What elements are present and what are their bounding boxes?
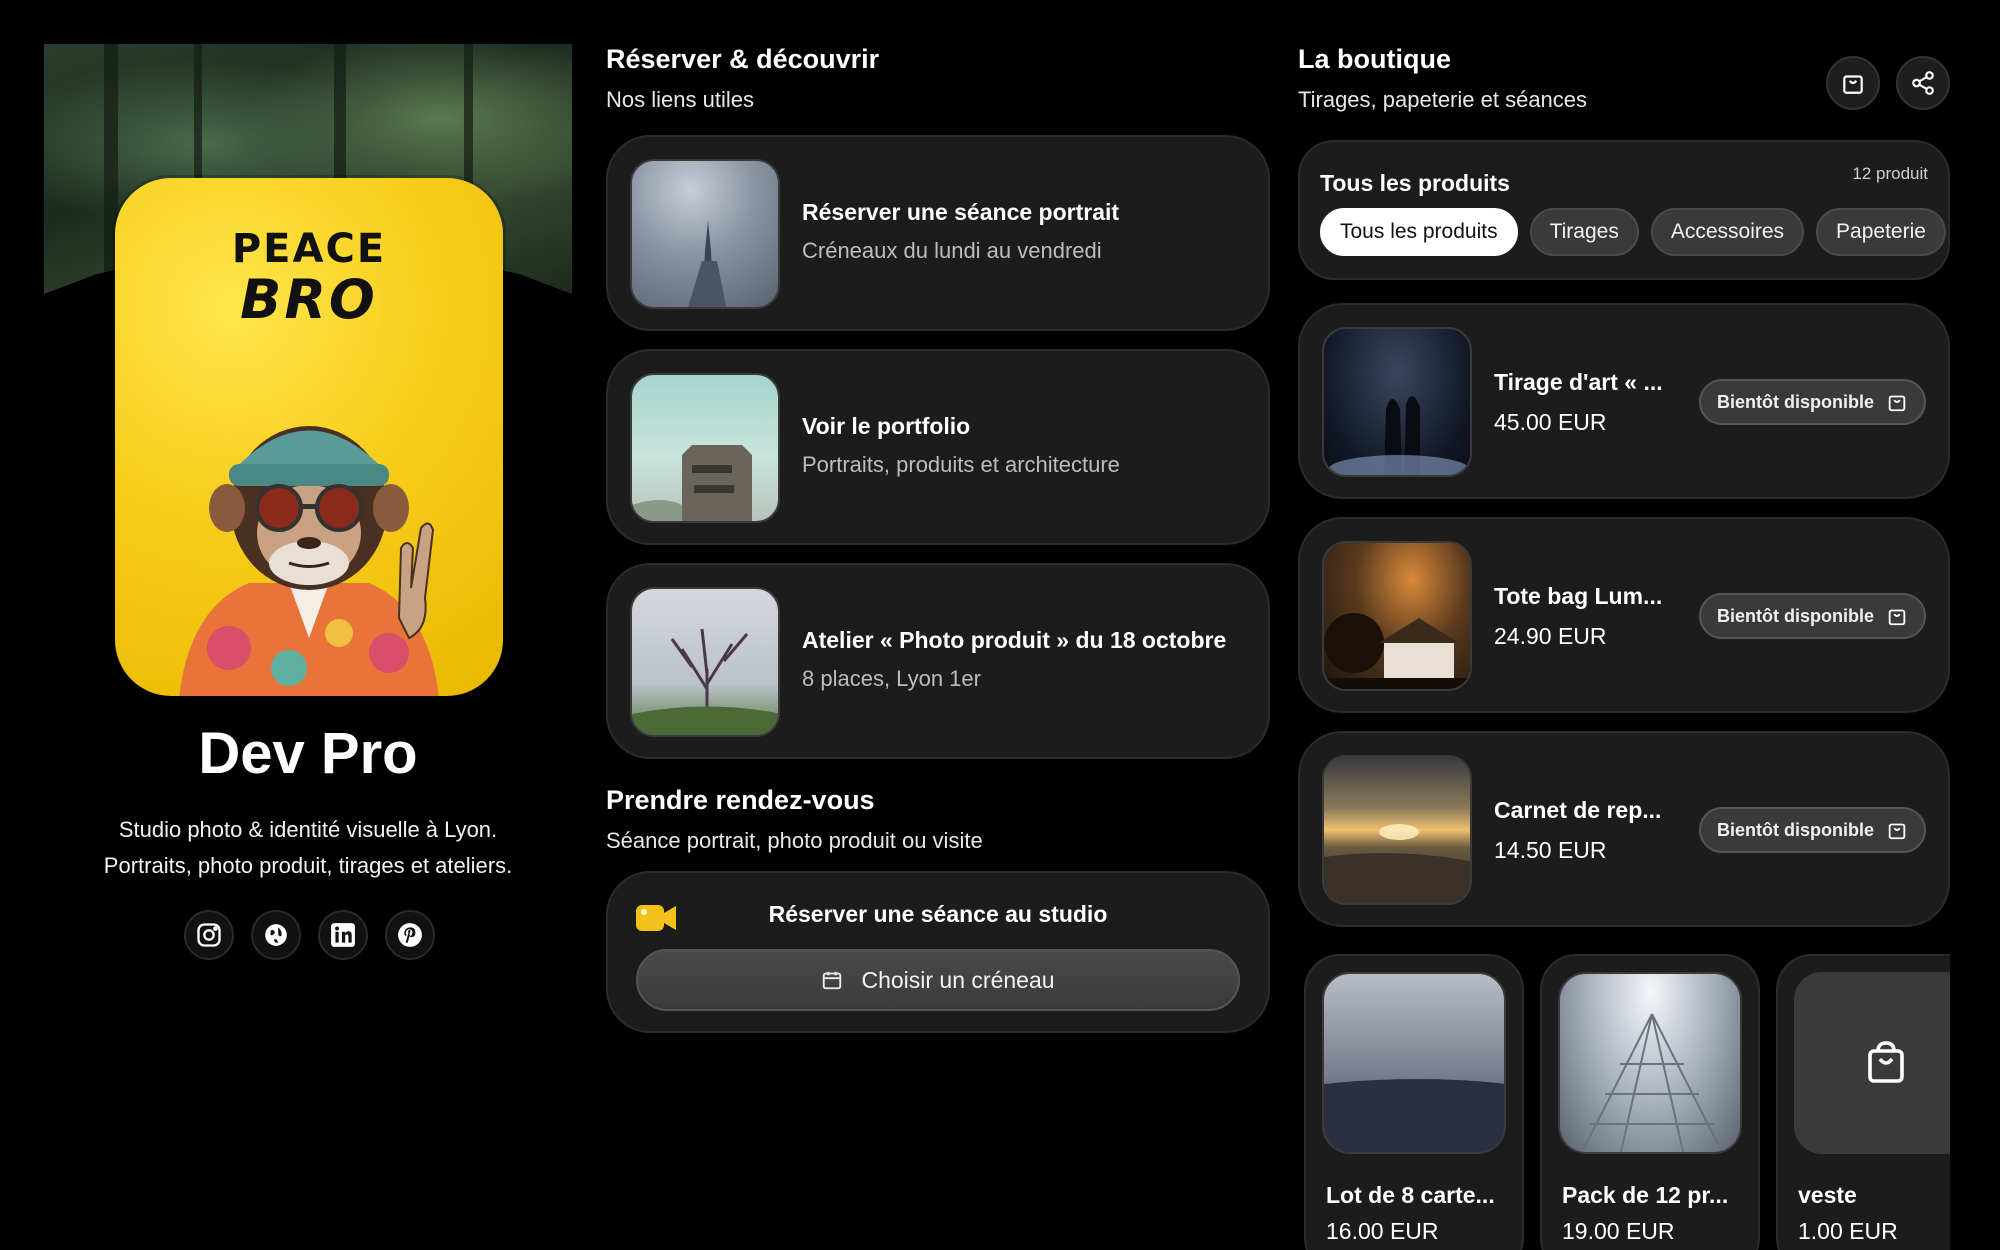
link-description: Créneaux du lundi au vendredi [802, 238, 1102, 263]
booking-header: Prendre rendez-vous Séance portrait, pho… [606, 785, 1270, 854]
product-name: Tote bag Lum... [1494, 583, 1663, 609]
profile-name: Dev Pro [198, 721, 418, 786]
share-button[interactable] [1896, 56, 1950, 110]
calendar-icon [823, 971, 842, 990]
link-title: Voir le portfolio [802, 413, 971, 439]
link-title: Atelier « Photo produit » du 18 octobre [802, 627, 1227, 653]
booking-card-title: Réserver une séance au studio [768, 901, 1108, 927]
booking-section-subtitle: Séance portrait, photo produit ou visite [606, 828, 983, 853]
product-price: 1.00 EUR [1798, 1218, 1898, 1244]
product-card[interactable]: Tirage d'art « ... 45.00 EUR Bientôt dis… [1298, 303, 1950, 499]
product-thumbnail [1322, 327, 1472, 477]
chip-accessories[interactable]: Accessoires [1650, 208, 1805, 256]
link-card-workshop[interactable]: Atelier « Photo produit » du 18 octobre … [606, 563, 1270, 759]
coming-soon-button[interactable]: Bientôt disponible [1699, 593, 1926, 639]
link-thumbnail [630, 373, 780, 523]
links-section-title: Réserver & découvrir [606, 44, 880, 74]
pinterest-icon[interactable] [385, 910, 435, 960]
shopping-bag-icon [1888, 823, 1906, 840]
chip-all-products[interactable]: Tous les produits [1320, 208, 1518, 256]
link-card-portfolio[interactable]: Voir le portfolio Portraits, produits et… [606, 349, 1270, 545]
coming-soon-button[interactable]: Bientôt disponible [1699, 807, 1926, 853]
product-card[interactable]: Tote bag Lum... 24.90 EUR Bientôt dispon… [1298, 517, 1950, 713]
product-name: Pack de 12 pr... [1562, 1182, 1729, 1208]
avatar-artwork-text: PEACE BRO [231, 226, 387, 331]
product-count: 12 produit [1852, 164, 1928, 183]
product-grid: Lot de 8 carte... 16.00 EUR Pack de 12 p… [1298, 954, 1950, 1250]
product-name: Carnet de rep... [1494, 797, 1662, 823]
filter-title: Tous les produits [1320, 170, 1510, 196]
shopping-bag-icon [1868, 1041, 1904, 1083]
booking-section-title: Prendre rendez-vous [606, 785, 875, 815]
coming-soon-button[interactable]: Bientôt disponible [1699, 379, 1926, 425]
chip-stationery[interactable]: Papeterie [1816, 208, 1946, 256]
product-thumbnail [1322, 541, 1472, 691]
product-price: 24.90 EUR [1494, 623, 1607, 649]
grid-product-card[interactable]: veste 1.00 EUR [1776, 954, 1950, 1250]
monkey-illustration [179, 426, 439, 696]
link-thumbnail [630, 587, 780, 737]
filter-chips: Tous les produits Tirages Accessoires Pa… [1320, 208, 1946, 256]
product-price: 14.50 EUR [1494, 837, 1607, 863]
shopping-bag-icon [1843, 75, 1863, 94]
avatar: PEACE BRO [115, 178, 503, 696]
cart-button[interactable] [1826, 56, 1880, 110]
links-column: Réserver & découvrir Nos liens utiles Ré… [606, 44, 1270, 1033]
product-price: 19.00 EUR [1562, 1218, 1675, 1244]
link-thumbnail [630, 159, 780, 309]
instagram-icon[interactable] [184, 910, 234, 960]
social-links [184, 910, 435, 960]
product-name: veste [1798, 1182, 1857, 1208]
product-thumbnail [1558, 972, 1742, 1154]
link-description: 8 places, Lyon 1er [802, 666, 981, 691]
product-filter: Tous les produits 12 produit Tous les pr… [1298, 140, 1950, 280]
product-price: 16.00 EUR [1326, 1218, 1439, 1244]
product-name: Tirage d'art « ... [1494, 369, 1663, 395]
linkedin-icon[interactable] [318, 910, 368, 960]
choose-slot-button[interactable]: Choisir un créneau [636, 949, 1240, 1011]
product-name: Lot de 8 carte... [1326, 1182, 1495, 1208]
shopping-bag-icon [1888, 395, 1906, 412]
share-icon [1912, 71, 1934, 95]
shopping-bag-icon [1888, 609, 1906, 626]
link-title: Réserver une séance portrait [802, 199, 1120, 225]
link-card-portrait[interactable]: Réserver une séance portrait Créneaux du… [606, 135, 1270, 331]
grid-product-card[interactable]: Pack de 12 pr... 19.00 EUR [1540, 954, 1760, 1250]
grid-product-card[interactable]: Lot de 8 carte... 16.00 EUR [1304, 954, 1524, 1250]
product-thumbnail-placeholder [1794, 972, 1950, 1154]
profile-bio: Studio photo & identité visuelle à Lyon.… [103, 817, 513, 878]
product-thumbnail [1322, 755, 1472, 905]
shop-column: La boutique Tirages, papeterie et séance… [1298, 44, 1950, 1250]
link-description: Portraits, produits et architecture [802, 452, 1120, 477]
booking-card: Réserver une séance au studio Choisir un… [606, 871, 1270, 1033]
product-thumbnail [1322, 972, 1506, 1154]
chip-prints[interactable]: Tirages [1529, 208, 1639, 256]
product-card[interactable]: Carnet de rep... 14.50 EUR Bientôt dispo… [1298, 731, 1950, 927]
product-price: 45.00 EUR [1494, 409, 1607, 435]
links-section-subtitle: Nos liens utiles [606, 87, 754, 112]
globe-icon[interactable] [251, 910, 301, 960]
